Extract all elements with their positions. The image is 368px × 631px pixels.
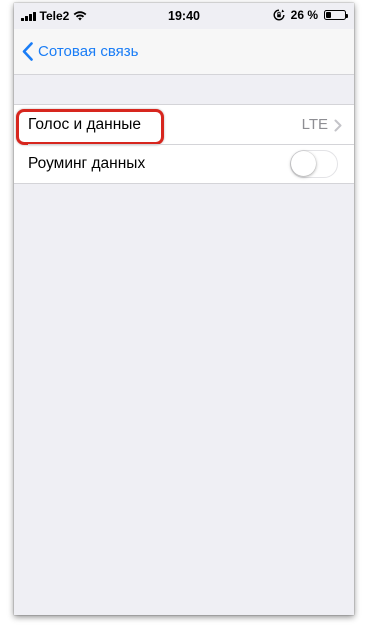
status-bar: Tele2 19:40 26 % (14, 3, 354, 29)
chevron-left-icon (22, 42, 33, 61)
orientation-lock-icon (273, 9, 285, 21)
data-roaming-row: Роуминг данных (14, 144, 354, 183)
toggle-knob (291, 151, 316, 176)
screenshot-frame: Tele2 19:40 26 % Сотовая связь Голос и д… (0, 0, 368, 631)
voice-and-data-row[interactable]: Голос и данные LTE (14, 105, 354, 145)
battery-percent: 26 % (290, 8, 318, 22)
back-button[interactable]: Сотовая связь (22, 42, 138, 61)
status-right: 26 % (273, 8, 348, 22)
phone-screen: Tele2 19:40 26 % Сотовая связь Голос и д… (14, 3, 354, 615)
back-label: Сотовая связь (38, 43, 139, 60)
battery-icon (324, 10, 348, 20)
chevron-right-icon (334, 119, 342, 132)
data-roaming-label: Роуминг данных (28, 154, 146, 172)
navigation-bar: Сотовая связь (14, 29, 354, 75)
settings-group: Голос и данные LTE Роуминг данных (14, 104, 354, 184)
highlight-annotation (16, 109, 164, 145)
voice-and-data-value: LTE (301, 116, 328, 133)
data-roaming-toggle[interactable] (290, 150, 338, 178)
